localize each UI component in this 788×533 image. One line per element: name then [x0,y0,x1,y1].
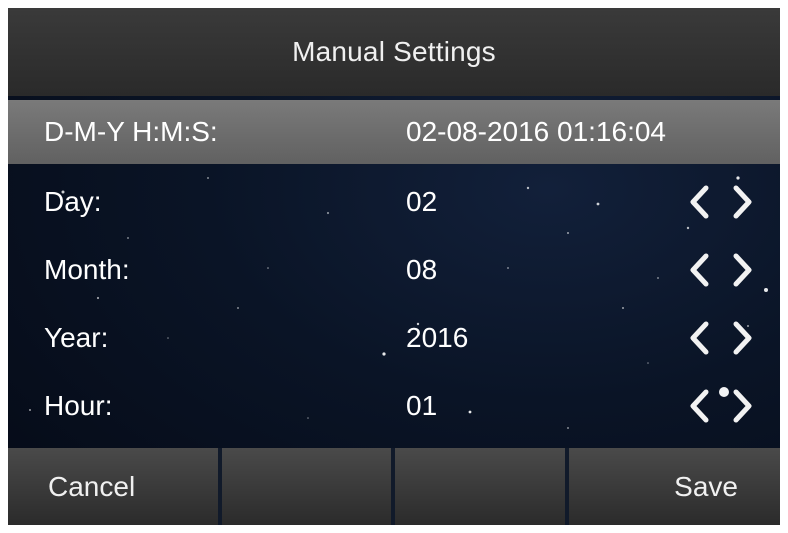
year-value: 2016 [406,322,469,353]
datetime-label: D-M-Y H:M:S: [44,116,218,147]
datetime-summary-row[interactable]: D-M-Y H:M:S: 02-08-2016 01:16:04 [8,100,780,164]
day-row[interactable]: Day: 02 [8,168,780,236]
year-stepper [684,318,758,358]
month-label: Month: [44,254,130,285]
page-title: Manual Settings [292,36,496,67]
day-value: 02 [406,186,438,217]
hour-stepper [684,386,758,426]
day-decrement-chevron-left-icon[interactable] [684,182,714,222]
cancel-button[interactable]: Cancel [8,448,222,525]
datetime-value: 02-08-2016 01:16:04 [406,116,666,147]
month-value: 08 [406,254,438,285]
month-row[interactable]: Month: 08 [8,236,780,304]
month-decrement-chevron-left-icon[interactable] [684,250,714,290]
hour-increment-chevron-right-icon[interactable] [728,386,758,426]
year-row[interactable]: Year: 2016 [8,304,780,372]
hour-label: Hour: [44,390,113,421]
save-button[interactable]: Save [568,448,780,525]
year-label: Year: [44,322,109,353]
phone-screen: Manual Settings D-M-Y H:M:S: 02-08-2016 … [8,8,780,525]
softkey-bar: Cancel Save [8,448,780,525]
hour-decrement-chevron-left-icon[interactable] [684,386,714,426]
year-decrement-chevron-left-icon[interactable] [684,318,714,358]
day-stepper [684,182,758,222]
month-increment-chevron-right-icon[interactable] [728,250,758,290]
title-bar: Manual Settings [8,8,780,96]
day-label: Day: [44,186,102,217]
year-increment-chevron-right-icon[interactable] [728,318,758,358]
month-stepper [684,250,758,290]
hour-row[interactable]: Hour: 01 [8,372,780,440]
day-increment-chevron-right-icon[interactable] [728,182,758,222]
softkey-2-button[interactable] [221,448,395,525]
hour-value: 01 [406,390,438,421]
softkey-3-button[interactable] [395,448,569,525]
